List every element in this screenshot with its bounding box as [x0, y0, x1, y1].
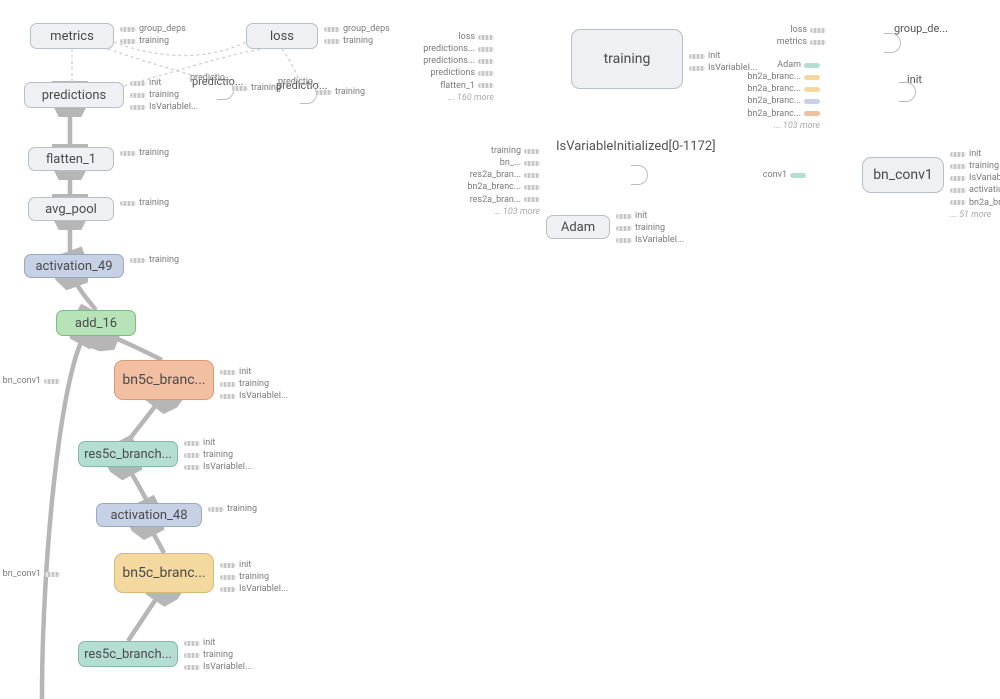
port-right: training [208, 503, 257, 515]
node-avg_pool[interactable]: avg_pool [28, 197, 114, 221]
predictio1: predictio... [190, 73, 232, 83]
port-left: Adambn2a_branc...bn2a_branc...bn2a_branc… [747, 59, 820, 132]
port-right: inittrainingIsVariableI... [616, 210, 684, 246]
selfloop [631, 165, 648, 185]
port-right: inittrainingIsVariableI... [220, 366, 288, 402]
node-res5c_branch_b[interactable]: res5c_branch... [78, 641, 178, 667]
predictio2: predictio... [278, 77, 320, 87]
port-left: conv1 [763, 169, 806, 181]
port-right: group_depstraining [324, 23, 390, 47]
node-bn5c_branc_b[interactable]: bn5c_branc... [114, 553, 214, 593]
node-flatten_1[interactable]: flatten_1 [28, 147, 114, 171]
port-left: losspredictions...predictions...predicti… [423, 31, 494, 104]
port-right: inittrainingIsVariableI... [184, 437, 252, 473]
node-res5c_branch_a[interactable]: res5c_branch... [78, 441, 178, 467]
selfloop [884, 33, 901, 53]
node-loss[interactable]: loss [246, 23, 318, 49]
label-groupde: group_de... [894, 22, 948, 35]
port-right: training [316, 86, 365, 98]
node-activation_49[interactable]: activation_49 [24, 254, 124, 278]
node-add_16[interactable]: add_16 [56, 310, 136, 336]
node-training[interactable]: training [571, 29, 683, 89]
port-right: inittrainingIsVariableI... [130, 77, 198, 113]
node-activation_48[interactable]: activation_48 [96, 503, 202, 527]
port-left: bn_conv1 [3, 568, 60, 580]
node-predictions[interactable]: predictions [24, 82, 124, 108]
port-right: training [120, 147, 169, 159]
edge-bn5c_branc_b-res5c_branch_b [128, 593, 160, 641]
edge-activation_48-bn5c_branc_b [150, 527, 164, 553]
port-right: training [120, 197, 169, 209]
port-right: training [130, 254, 179, 266]
port-right: inittrainingIsVariableI... [220, 559, 288, 595]
node-bn_conv1[interactable]: bn_conv1 [862, 157, 944, 193]
node-metrics[interactable]: metrics [30, 23, 114, 49]
port-left: trainingbn_...res2a_bran...bn2a_branc...… [467, 145, 540, 218]
selfloop [300, 84, 317, 104]
edge-add_16-bn5c_branc_a [110, 336, 162, 360]
edge-activation_49-add_16 [74, 278, 96, 310]
graph-canvas: metricsgroup_depstraininglossgroup_depst… [0, 0, 1000, 699]
edge-bn5c_branc_a-res5c_branch_a [128, 400, 160, 441]
edge-res5c_branch_a-activation_48 [128, 467, 148, 503]
port-left: bn_conv1 [3, 375, 60, 387]
node-bn5c_branc_a[interactable]: bn5c_branc... [114, 360, 214, 400]
port-right: group_depstraining [120, 23, 186, 47]
selfloop [899, 82, 916, 102]
label-isvarinit: IsVariableInitialized[0-1172] [556, 139, 716, 154]
port-right: inittrainingIsVariableI... [184, 637, 252, 673]
node-Adam[interactable]: Adam [546, 215, 610, 239]
port-left: lossmetrics [777, 24, 826, 48]
port-right: inittrainingIsVariableI...activation_1bn… [950, 148, 1000, 221]
port-right: training [232, 82, 281, 94]
